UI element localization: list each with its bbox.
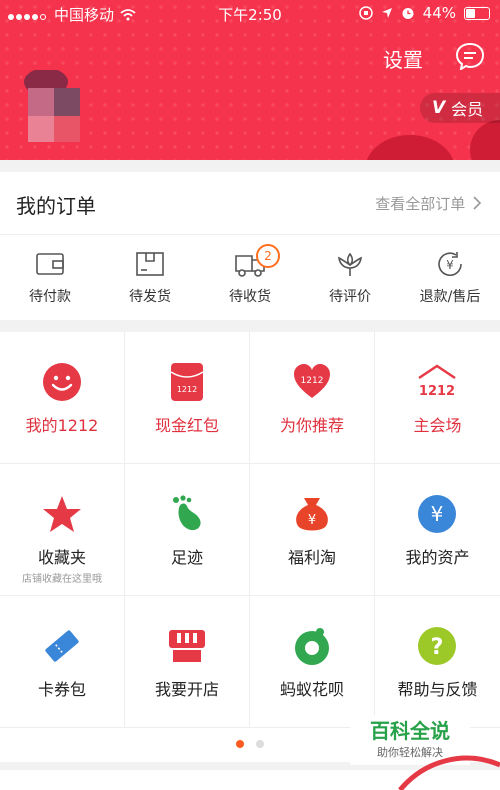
svg-text:?: ? bbox=[431, 635, 444, 660]
decoration-swirl bbox=[398, 755, 500, 790]
grid-item-label: 足迹 bbox=[170, 548, 203, 567]
grid-item-cash-red-packet[interactable]: 1212 现金红包 bbox=[125, 332, 250, 464]
flower-icon bbox=[337, 252, 363, 276]
order-status-refund[interactable]: ¥ 退款/售后 bbox=[400, 250, 500, 306]
svg-text:¥: ¥ bbox=[308, 513, 316, 528]
grid-item-label: 为你推荐 bbox=[279, 416, 344, 435]
avatar[interactable] bbox=[22, 70, 84, 148]
package-icon bbox=[136, 252, 164, 276]
grid-item-label: 我的1212 bbox=[25, 416, 99, 435]
view-all-orders-link[interactable]: 查看全部订单 bbox=[375, 193, 482, 214]
order-status-label: 待发货 bbox=[129, 289, 171, 305]
rotation-lock-icon bbox=[358, 6, 373, 20]
grid-item-label: 主会场 bbox=[413, 416, 462, 435]
settings-button[interactable]: 设置 bbox=[383, 44, 423, 73]
vip-member-button[interactable]: V 会员 bbox=[420, 93, 500, 123]
grid-item-label: 现金红包 bbox=[154, 416, 219, 435]
order-status-label: 待收货 bbox=[229, 289, 271, 305]
grid-item-sublabel: 店铺收藏在这里哦 bbox=[22, 574, 102, 585]
money-bag-icon: ¥ bbox=[296, 498, 328, 531]
grid-item-open-shop[interactable]: 我要开店 bbox=[125, 596, 250, 728]
grid-item-label: 蚂蚁花呗 bbox=[279, 680, 344, 699]
grid-item-footprints[interactable]: 足迹 bbox=[125, 464, 250, 596]
grid-item-label: 我要开店 bbox=[154, 680, 219, 699]
order-status-label: 待付款 bbox=[29, 289, 71, 305]
location-icon bbox=[381, 8, 392, 18]
order-status-pending-payment[interactable]: 待付款 bbox=[0, 250, 100, 306]
grid-item-label: 帮助与反馈 bbox=[397, 680, 478, 699]
grid-item-label: 福利淘 bbox=[287, 548, 336, 567]
question-icon: ? bbox=[418, 627, 456, 665]
star-icon bbox=[43, 496, 81, 532]
message-icon[interactable] bbox=[455, 42, 485, 70]
svg-text:1212: 1212 bbox=[419, 384, 455, 399]
yen-coin-icon: ¥ bbox=[418, 495, 456, 533]
page-dot-active[interactable] bbox=[236, 740, 244, 748]
grid-item-huabei[interactable]: 蚂蚁花呗 bbox=[250, 596, 375, 728]
heart-icon: 1212 bbox=[294, 364, 330, 398]
svg-text:1212: 1212 bbox=[301, 376, 324, 386]
alarm-icon bbox=[402, 8, 414, 19]
order-count-badge: 2 bbox=[256, 244, 280, 268]
order-status-to-review[interactable]: 待评价 bbox=[300, 250, 400, 306]
grid-item-my-1212[interactable]: 我的1212 bbox=[0, 332, 125, 464]
grid-item-label: 我的资产 bbox=[405, 548, 470, 567]
vip-label: 会员 bbox=[451, 100, 484, 119]
services-grid: 我的1212 1212 现金红包 1212 为你推荐 1212 主会场 收藏夹 … bbox=[0, 332, 500, 728]
shop-icon bbox=[169, 630, 205, 662]
divider bbox=[0, 234, 500, 235]
svg-text:1212: 1212 bbox=[177, 385, 197, 394]
profile-header: 中国移动 下午2:50 44% 设置 V 会员 bbox=[0, 0, 500, 160]
grid-item-label: 收藏夹 bbox=[37, 548, 86, 567]
smiley-icon bbox=[43, 363, 81, 401]
grid-item-main-venue[interactable]: 1212 主会场 bbox=[375, 332, 500, 464]
order-status-label: 待评价 bbox=[329, 289, 371, 305]
battery-icon bbox=[464, 6, 490, 20]
ant-flower-icon bbox=[295, 628, 329, 665]
order-status-label: 退款/售后 bbox=[419, 289, 481, 305]
status-bar: 中国移动 下午2:50 44% bbox=[0, 0, 500, 28]
refund-icon: ¥ bbox=[438, 252, 462, 276]
wallet-icon bbox=[36, 253, 64, 275]
footprint-icon bbox=[173, 495, 201, 531]
grid-item-coupons[interactable]: 卡券包 bbox=[0, 596, 125, 728]
house-1212-icon: 1212 bbox=[418, 364, 456, 399]
chevron-right-icon bbox=[473, 196, 482, 210]
order-status-to-receive[interactable]: 2 待收货 bbox=[200, 244, 300, 306]
orders-section: 我的订单 查看全部订单 待付款 待发货 2 待收货 待评价 ¥ 退款/售后 bbox=[0, 172, 500, 320]
red-envelope-icon: 1212 bbox=[170, 363, 204, 401]
grid-item-label: 卡券包 bbox=[37, 680, 86, 699]
view-all-orders-label: 查看全部订单 bbox=[375, 195, 466, 213]
ticket-icon bbox=[45, 630, 79, 662]
order-status-to-ship[interactable]: 待发货 bbox=[100, 250, 200, 306]
page-dot[interactable] bbox=[256, 740, 264, 748]
svg-text:¥: ¥ bbox=[431, 502, 444, 526]
vip-level-icon: V bbox=[432, 98, 446, 118]
grid-item-welfare[interactable]: ¥ 福利淘 bbox=[250, 464, 375, 596]
grid-item-favorites[interactable]: 收藏夹 店铺收藏在这里哦 bbox=[0, 464, 125, 596]
grid-item-my-assets[interactable]: ¥ 我的资产 bbox=[375, 464, 500, 596]
grid-item-recommend[interactable]: 1212 为你推荐 bbox=[250, 332, 375, 464]
grid-item-help-feedback[interactable]: ? 帮助与反馈 bbox=[375, 596, 500, 728]
orders-title: 我的订单 bbox=[16, 194, 96, 218]
svg-text:¥: ¥ bbox=[446, 258, 454, 272]
battery-percent: 44% bbox=[422, 4, 456, 22]
